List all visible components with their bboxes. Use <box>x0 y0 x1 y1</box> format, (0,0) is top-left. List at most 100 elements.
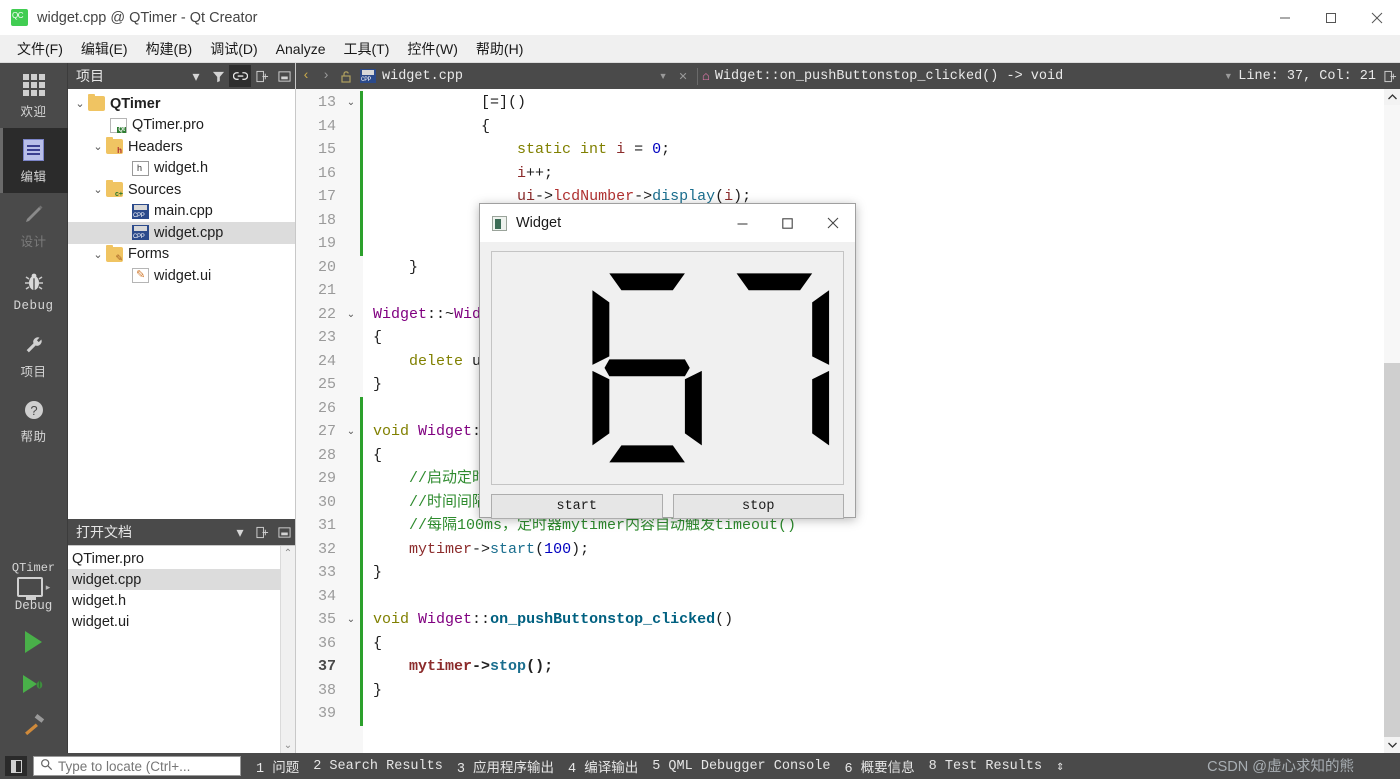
menu-tools[interactable]: 工具(T) <box>334 36 398 62</box>
code-line[interactable]: void Widget::on_pushButtonstop_clicked() <box>363 608 1384 632</box>
kit-selector[interactable]: QTimer ▸ Debug <box>0 561 68 753</box>
build-button[interactable] <box>0 705 68 747</box>
menu-edit[interactable]: 编辑(E) <box>72 36 137 62</box>
pane-button-search[interactable]: 2 Search Results <box>306 757 450 776</box>
code-line[interactable]: } <box>363 561 1384 585</box>
dialog-minimize-button[interactable] <box>720 204 765 242</box>
tree-row-widget-cpp[interactable]: ⌄ widget.cpp <box>68 222 295 244</box>
fold-toggle-icon[interactable]: ⌄ <box>342 303 360 327</box>
fold-toggle-icon[interactable]: ⌄ <box>342 420 360 444</box>
chevron-down-icon[interactable]: ▾ <box>185 65 207 87</box>
code-line[interactable] <box>363 585 1384 609</box>
sidebar-item-welcome[interactable]: 欢迎 <box>0 63 68 128</box>
menu-file[interactable]: 文件(F) <box>8 36 72 62</box>
filter-icon[interactable] <box>207 65 229 87</box>
code-line[interactable]: [=]() <box>363 91 1384 115</box>
search-input[interactable]: Type to locate (Ctrl+... <box>33 756 241 776</box>
run-button[interactable] <box>0 621 68 663</box>
scroll-down-icon[interactable]: ⌄ <box>284 740 292 751</box>
navigate-back-button[interactable]: ‹ <box>296 69 316 84</box>
chevron-down-icon[interactable]: ⌄ <box>90 183 106 196</box>
split-editor-icon[interactable] <box>1380 70 1400 83</box>
stop-button[interactable]: stop <box>672 493 844 519</box>
fold-toggle-icon[interactable]: ⌄ <box>342 91 360 115</box>
tree-row[interactable]: ⌄ main.cpp <box>68 201 295 223</box>
debug-button[interactable] <box>0 663 68 705</box>
scroll-down-icon[interactable] <box>1384 737 1400 753</box>
code-line[interactable]: { <box>363 632 1384 656</box>
dialog-maximize-button[interactable] <box>765 204 810 242</box>
code-line[interactable] <box>363 702 1384 726</box>
code-line[interactable]: i++; <box>363 162 1384 186</box>
chevron-down-icon[interactable]: ▾ <box>229 521 251 543</box>
code-line[interactable]: mytimer->stop(); <box>363 655 1384 679</box>
window-close-button[interactable] <box>1354 0 1400 35</box>
split-icon[interactable] <box>251 521 273 543</box>
scroll-up-icon[interactable]: ⌃ <box>284 548 292 559</box>
unlock-icon[interactable] <box>336 70 356 83</box>
minimize-pane-icon[interactable] <box>273 65 295 87</box>
scrollbar-thumb[interactable] <box>1384 105 1400 363</box>
pane-resize-handle[interactable]: ⇕ <box>1049 756 1071 777</box>
sidebar-item-edit[interactable]: 编辑 <box>0 128 68 193</box>
project-dock-header: 项目 ▾ <box>68 63 295 89</box>
dialog-close-button[interactable] <box>810 204 855 242</box>
chevron-down-icon[interactable]: ⌄ <box>90 140 106 153</box>
fold-toggle-icon[interactable]: ⌄ <box>342 608 360 632</box>
scroll-up-icon[interactable] <box>1384 89 1400 105</box>
file-dropdown-icon[interactable]: ▾ <box>653 68 673 85</box>
code-line[interactable]: mytimer->start(100); <box>363 538 1384 562</box>
start-button[interactable]: start <box>491 493 663 519</box>
line-number: 17 <box>317 188 336 205</box>
tree-row[interactable]: ⌄ QTimer.pro <box>68 115 295 137</box>
close-editor-button[interactable]: ✕ <box>673 68 693 85</box>
menu-analyze[interactable]: Analyze <box>267 38 335 60</box>
open-documents-list[interactable]: QTimer.pro widget.cpp widget.h widget.ui… <box>68 545 295 753</box>
code-line[interactable]: static int i = 0; <box>363 138 1384 162</box>
chevron-down-icon[interactable]: ⌄ <box>72 97 88 110</box>
pane-button-issues[interactable]: 1 问题 <box>249 754 306 779</box>
window-minimize-button[interactable] <box>1262 0 1308 35</box>
sidebar-item-design[interactable]: 设计 <box>0 193 68 258</box>
menu-debug[interactable]: 调试(D) <box>201 36 266 62</box>
pane-button-compile[interactable]: 4 编译输出 <box>561 754 645 779</box>
list-item[interactable]: QTimer.pro <box>68 548 280 569</box>
list-item-widget-cpp[interactable]: widget.cpp <box>68 569 280 590</box>
split-icon[interactable] <box>251 65 273 87</box>
editor-scrollbar[interactable] <box>1384 89 1400 753</box>
widget-dialog[interactable]: Widget start stop <box>479 203 856 519</box>
menu-window[interactable]: 控件(W) <box>398 36 467 62</box>
link-icon[interactable] <box>229 65 251 87</box>
cpp-file-icon <box>360 69 376 83</box>
sidebar-item-projects[interactable]: 项目 <box>0 323 68 388</box>
tree-row[interactable]: ⌄ widget.ui <box>68 265 295 287</box>
pane-button-overview[interactable]: 6 概要信息 <box>837 754 921 779</box>
list-item[interactable]: widget.ui <box>68 611 280 632</box>
code-line[interactable]: { <box>363 115 1384 139</box>
tree-row[interactable]: ⌄ QTimer <box>68 93 295 115</box>
sidebar-item-debug[interactable]: Debug <box>0 258 68 323</box>
project-tree[interactable]: ⌄ QTimer ⌄ QTimer.pro ⌄ Headers <box>68 89 295 519</box>
editor-file-tab[interactable]: widget.cpp <box>356 69 463 84</box>
code-line[interactable]: } <box>363 679 1384 703</box>
window-maximize-button[interactable] <box>1308 0 1354 35</box>
pane-button-test-results[interactable]: 8 Test Results <box>922 757 1049 776</box>
open-documents-scrollbar[interactable]: ⌃ ⌄ <box>280 546 295 753</box>
menu-build[interactable]: 构建(B) <box>137 36 202 62</box>
tree-row[interactable]: ⌄ Headers <box>68 136 295 158</box>
list-item[interactable]: widget.h <box>68 590 280 611</box>
symbol-selector[interactable]: ⌂ Widget::on_pushButtonstop_clicked() ->… <box>702 69 1218 84</box>
pane-button-qml-console[interactable]: 5 QML Debugger Console <box>645 757 837 776</box>
navigate-forward-button[interactable]: › <box>316 69 336 84</box>
sidebar-item-help[interactable]: ? 帮助 <box>0 388 68 453</box>
symbol-dropdown-icon[interactable]: ▾ <box>1218 68 1238 85</box>
tree-row[interactable]: ⌄ widget.h <box>68 158 295 180</box>
tree-row[interactable]: ⌄ Sources <box>68 179 295 201</box>
minimize-pane-icon[interactable] <box>273 521 295 543</box>
fold-margin[interactable]: ⌄ ⌄ ⌄ ⌄ <box>342 89 360 753</box>
sidebar-toggle-icon[interactable] <box>5 756 27 776</box>
tree-row[interactable]: ⌄ Forms <box>68 244 295 266</box>
chevron-down-icon[interactable]: ⌄ <box>90 248 106 261</box>
menu-help[interactable]: 帮助(H) <box>467 36 532 62</box>
pane-button-app-output[interactable]: 3 应用程序输出 <box>450 754 561 779</box>
